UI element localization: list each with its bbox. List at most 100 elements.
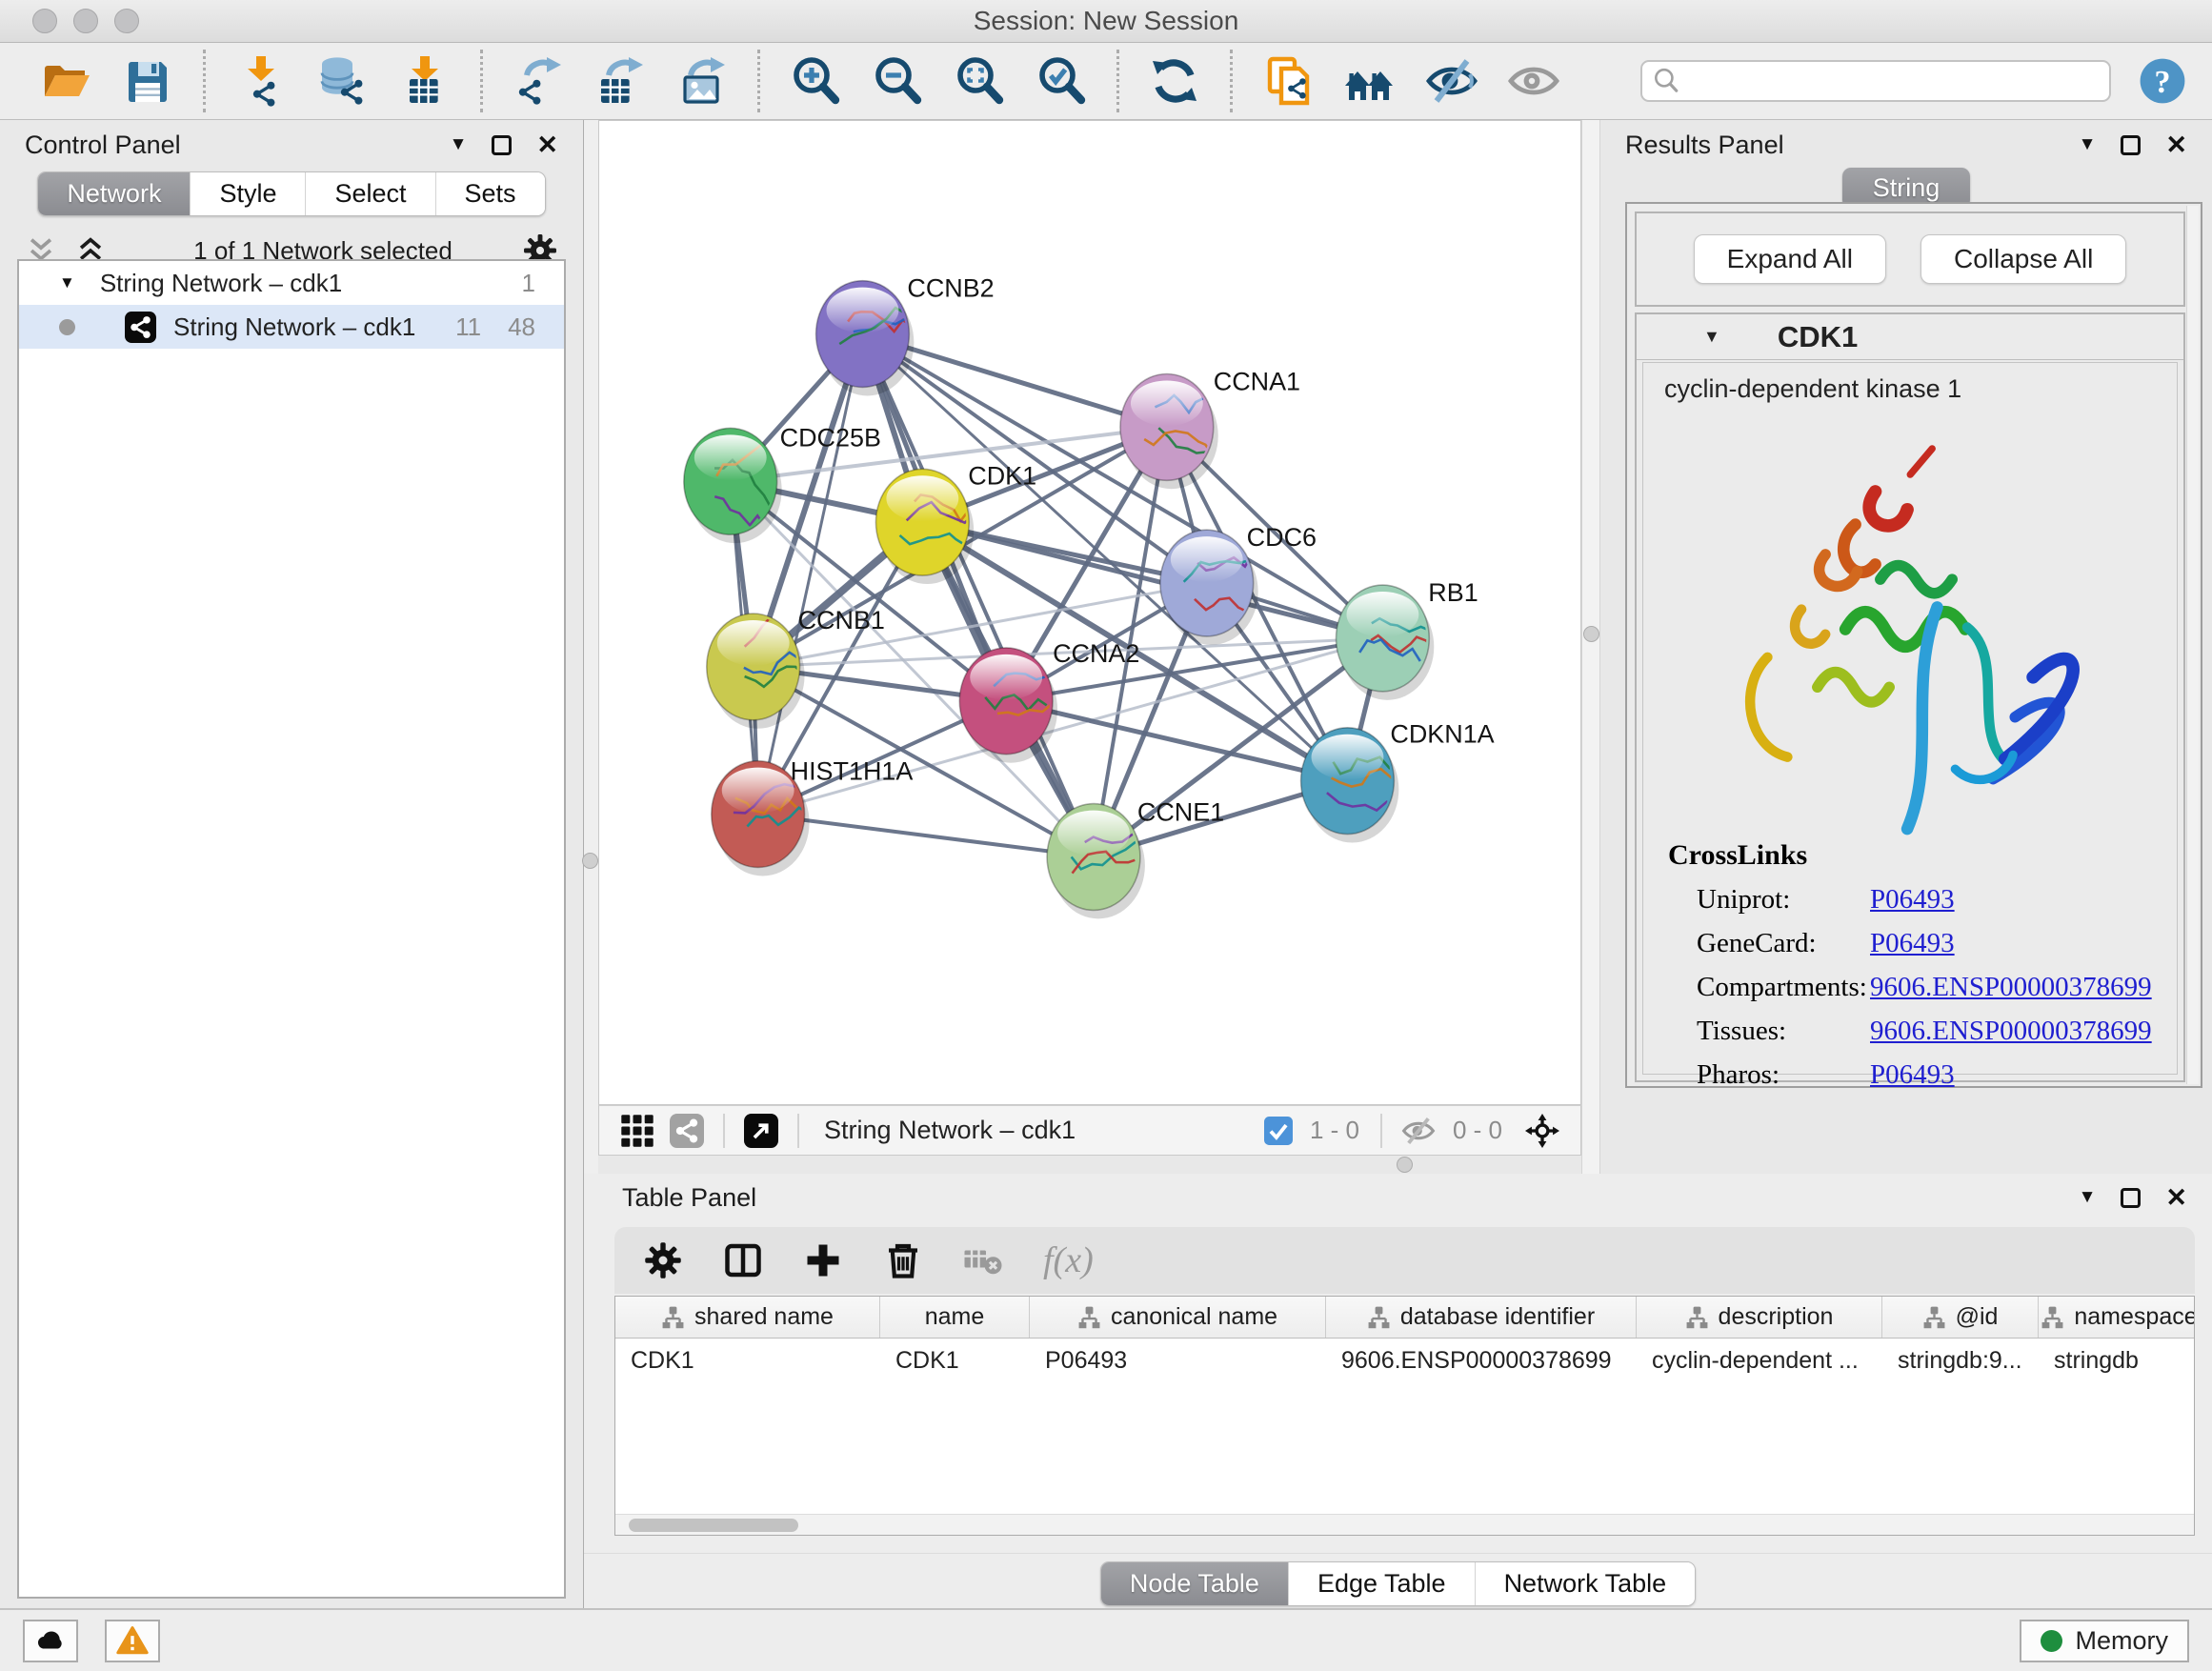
zoom-fit-icon[interactable] [953,54,1006,108]
crosslink-link[interactable]: P06493 [1870,884,1955,916]
column-header-@id[interactable]: @id [1882,1297,2039,1338]
crosslink-link[interactable]: 9606.ENSP00000378699 [1870,1016,2152,1047]
export-table-icon[interactable] [593,54,647,108]
column-label: description [1719,1303,1834,1331]
crosslink-link[interactable]: P06493 [1870,1059,1955,1091]
table-options-gear-icon[interactable] [643,1240,683,1280]
close-table-panel-icon[interactable]: ✕ [2165,1183,2187,1213]
collapse-all-button[interactable]: Collapse All [1920,234,2126,284]
toolbar-separator [203,50,206,112]
float-results-panel-icon[interactable]: ▼ [2079,134,2097,155]
float-panel-icon[interactable]: ▼ [450,134,468,155]
new-network-from-selection-icon[interactable] [1261,54,1315,108]
create-column-icon[interactable] [803,1240,843,1280]
network-canvas[interactable]: CCNB2CCNA1CDC25BCDK1CDC6RB1CCNB1CCNA2CDK… [598,120,1581,1105]
search-box[interactable] [1640,60,2111,102]
column-header-database-identifier[interactable]: database identifier [1326,1297,1637,1338]
left-splitter-handle[interactable] [582,853,598,869]
save-session-icon[interactable] [121,54,174,108]
tab-sets[interactable]: Sets [435,172,545,215]
network-view-toolbar: String Network – cdk1 1 - 0 0 - 0 [598,1105,1581,1156]
function-builder-icon[interactable]: f(x) [1043,1239,1094,1281]
table-row[interactable]: CDK1CDK1P064939606.ENSP00000378699cyclin… [615,1339,2194,1382]
column-header-shared-name[interactable]: shared name [615,1297,880,1338]
column-header-canonical-name[interactable]: canonical name [1030,1297,1326,1338]
import-table-file-icon[interactable] [398,54,452,108]
zoom-out-icon[interactable] [871,54,924,108]
maximize-table-panel-icon[interactable] [2121,1188,2141,1208]
string-home-icon[interactable] [1343,54,1397,108]
delete-table-icon[interactable] [963,1240,1003,1280]
close-results-panel-icon[interactable]: ✕ [2165,131,2187,160]
search-input[interactable] [1688,67,2100,96]
import-network-file-icon[interactable] [234,54,288,108]
refresh-icon[interactable] [1148,54,1201,108]
hide-selected-icon[interactable] [1425,54,1478,108]
horizontal-splitter-handle[interactable] [1397,1157,1413,1173]
open-file-icon[interactable] [39,54,92,108]
import-network-database-icon[interactable] [316,54,370,108]
right-splitter-handle[interactable] [1583,626,1599,642]
collection-count: 1 [522,269,535,298]
network-collection-row[interactable]: ▼ String Network – cdk1 1 [19,261,564,305]
table-cell[interactable]: CDK1 [880,1347,1030,1375]
close-panel-icon[interactable]: ✕ [536,131,558,160]
export-view-icon[interactable] [744,1114,778,1148]
fit-selected-crosshair-icon[interactable] [1525,1114,1559,1148]
tab-select[interactable]: Select [305,172,434,215]
zoom-in-icon[interactable] [789,54,842,108]
hidden-eye-icon[interactable] [1401,1114,1436,1148]
left-splitter[interactable] [584,120,598,1174]
export-network-icon[interactable] [512,54,565,108]
node-label-CCNB1: CCNB1 [798,606,885,634]
right-splitter[interactable] [1581,120,1600,1174]
tab-node-table[interactable]: Node Table [1101,1562,1288,1605]
memory-button[interactable]: Memory [2020,1620,2189,1662]
table-cell[interactable]: stringdb:9... [1882,1347,2039,1375]
warning-status-button[interactable] [105,1620,160,1662]
network-node-RB1[interactable] [1336,585,1439,700]
network-node-CCNA2[interactable] [959,648,1067,763]
table-cell[interactable]: stringdb [2039,1347,2195,1375]
maximize-results-panel-icon[interactable] [2121,135,2141,155]
crosslink-link[interactable]: P06493 [1870,928,1955,959]
delete-column-icon[interactable] [883,1240,923,1280]
tab-edge-table[interactable]: Edge Table [1288,1562,1475,1605]
tab-network-table[interactable]: Network Table [1475,1562,1696,1605]
column-header-name[interactable]: name [880,1297,1030,1338]
table-cell[interactable]: 9606.ENSP00000378699 [1326,1347,1637,1375]
network-row[interactable]: String Network – cdk1 11 48 [19,305,564,349]
table-toolbar: f(x) [614,1227,2195,1294]
table-horizontal-scrollbar[interactable] [615,1514,2194,1535]
help-button[interactable]: ? [2138,56,2187,106]
export-image-icon[interactable] [675,54,729,108]
table-cell[interactable]: P06493 [1030,1347,1326,1375]
maximize-panel-icon[interactable] [492,135,512,155]
node-label-CCNE1: CCNE1 [1137,798,1224,827]
table-cell[interactable]: cyclin-dependent ... [1637,1347,1882,1375]
gene-section-collapse-icon[interactable]: ▼ [1703,327,1720,347]
birdseye-view-icon[interactable] [620,1114,654,1148]
collection-expand-icon[interactable]: ▼ [59,273,75,292]
zoom-selected-icon[interactable] [1035,54,1088,108]
show-columns-icon[interactable] [723,1240,763,1280]
node-label-RB1: RB1 [1428,578,1478,607]
cloud-status-button[interactable] [23,1620,78,1662]
crosslink-link[interactable]: 9606.ENSP00000378699 [1870,972,2152,1003]
tab-network[interactable]: Network [38,172,190,215]
column-header-description[interactable]: description [1637,1297,1882,1338]
scrollbar-thumb[interactable] [629,1519,798,1532]
column-header-namespace[interactable]: namespace [2039,1297,2195,1338]
float-table-panel-icon[interactable]: ▼ [2079,1187,2097,1208]
selected-checkbox-icon[interactable] [1264,1117,1293,1145]
show-all-icon[interactable] [1507,54,1560,108]
table-cell[interactable]: CDK1 [615,1347,880,1375]
tab-style[interactable]: Style [190,172,305,215]
column-label: database identifier [1400,1303,1595,1331]
expand-all-button[interactable]: Expand All [1694,234,1886,284]
control-panel-tabs: NetworkStyleSelectSets [37,171,545,216]
string-panel-toggle-icon[interactable] [670,1114,704,1148]
column-type-icon [1922,1305,1946,1329]
results-scrollbar[interactable] [2186,206,2199,1084]
network-node-CDC25B[interactable] [684,428,794,543]
